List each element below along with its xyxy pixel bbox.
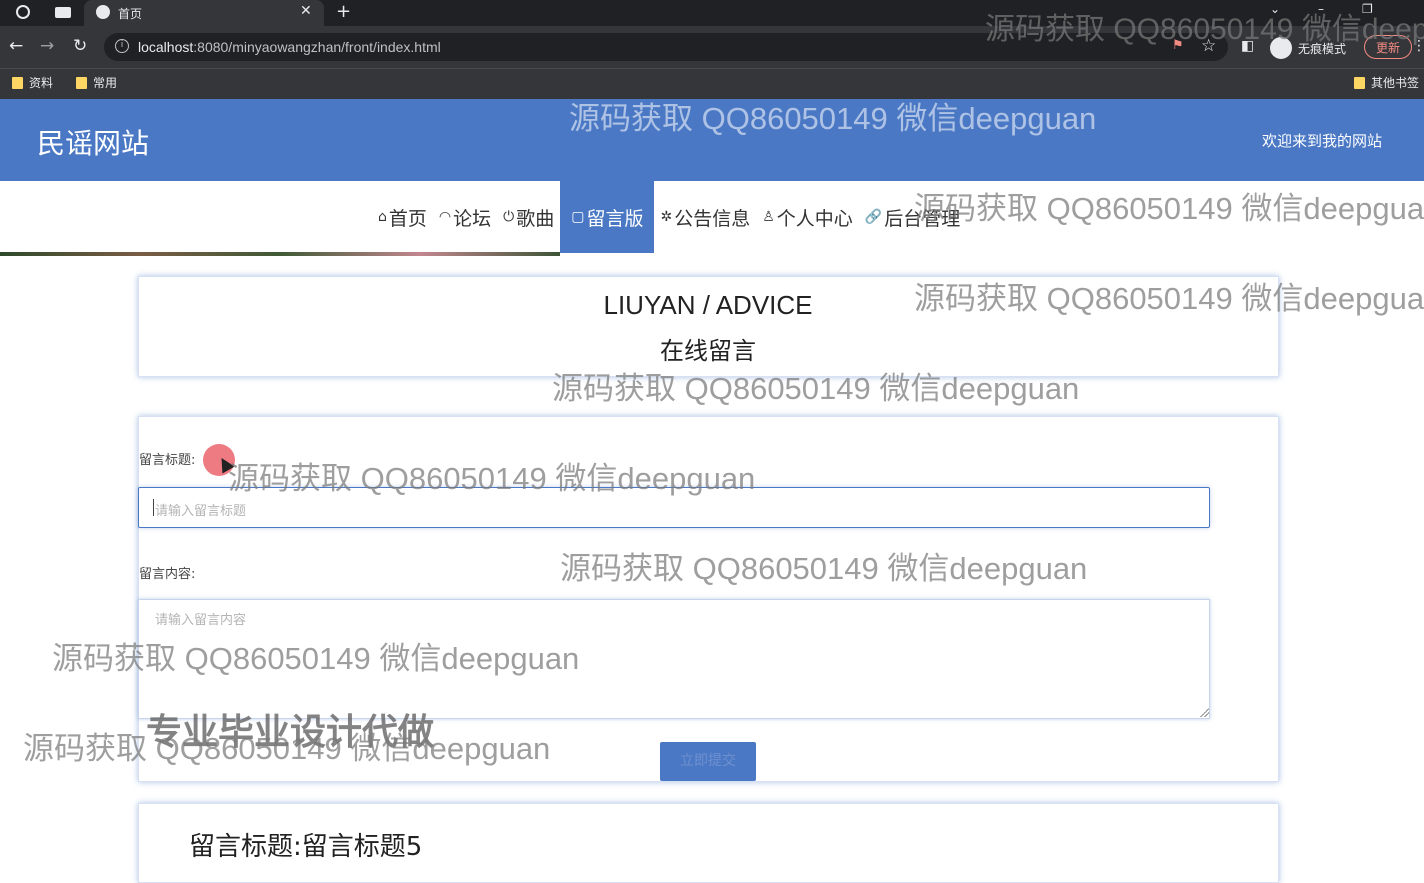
bookmark-folder-1[interactable]: 资料: [12, 74, 53, 91]
browser-profile-icon[interactable]: [16, 5, 30, 19]
folder-icon: [76, 76, 87, 89]
text-caret: [153, 499, 154, 516]
home-icon: ⌂: [378, 209, 387, 225]
site-info-icon[interactable]: i: [115, 39, 129, 53]
watermark: 源码获取 QQ86050149 微信deepguan: [985, 13, 1424, 46]
nav-item-announcements[interactable]: ✲ 公告信息: [654, 181, 756, 253]
url-text[interactable]: localhost:8080/minyaowangzhan/front/inde…: [138, 39, 441, 55]
nav-label: 首页: [388, 207, 427, 230]
bookmark-label: 资料: [29, 76, 54, 90]
nav-menu: ⌂ 首页 ◠ 论坛 ⏻ 歌曲 ▢ 留言版 ✲ 公告信息 ♙ 个人中心 🔗 后台管理: [372, 181, 966, 253]
bookmark-folder-2[interactable]: 常用: [76, 74, 117, 91]
gauge-icon: ◠: [438, 209, 452, 225]
tab-title: 首页: [118, 7, 143, 21]
nav-item-forum[interactable]: ◠ 论坛: [433, 181, 497, 253]
tab-search-icon[interactable]: [55, 7, 71, 18]
title-placeholder: 请输入留言标题: [155, 504, 247, 519]
forward-button[interactable]: →: [40, 36, 54, 56]
site-logo[interactable]: 民谣网站: [37, 122, 149, 162]
watermark: 源码获取 QQ86050149 微信deepguan: [23, 731, 551, 766]
title-label: 留言标题:: [139, 453, 196, 468]
section-title-cn: 在线留言: [660, 337, 756, 365]
watermark: 源码获取 QQ86050149 微信deepguan: [228, 461, 756, 496]
nav-item-home[interactable]: ⌂ 首页: [372, 181, 433, 253]
welcome-text: 欢迎来到我的网站: [1262, 132, 1383, 150]
submit-button[interactable]: 立即提交: [660, 742, 756, 781]
folder-icon: [1354, 76, 1365, 89]
bookmark-label: 其他书签: [1371, 76, 1420, 90]
nav-label: 留言版: [586, 207, 644, 230]
resize-handle-icon[interactable]: [1199, 707, 1209, 717]
nav-label: 公告信息: [674, 207, 751, 230]
message-icon: ▢: [571, 209, 585, 225]
power-icon: ⏻: [503, 209, 515, 225]
link-icon: 🔗: [864, 209, 883, 225]
watermark: 源码获取 QQ86050149 微信deepguan: [560, 551, 1088, 586]
message-title: 留言标题:留言标题5: [189, 832, 423, 862]
bell-icon: ✲: [660, 209, 673, 225]
bookmark-label: 常用: [93, 76, 118, 90]
nav-label: 个人中心: [776, 207, 853, 230]
new-tab-button[interactable]: +: [336, 1, 351, 22]
other-bookmarks[interactable]: 其他书签: [1354, 74, 1419, 91]
nav-label: 歌曲: [516, 207, 555, 230]
user-icon: ♙: [762, 209, 775, 225]
watermark: 源码获取 QQ86050149 微信deepguan: [52, 641, 580, 676]
banner-image: [0, 252, 560, 256]
content-placeholder: 请输入留言内容: [155, 613, 247, 628]
content-label: 留言内容:: [139, 567, 196, 582]
nav-item-profile[interactable]: ♙ 个人中心: [756, 181, 859, 253]
watermark: 源码获取 QQ86050149 微信deepguan: [914, 281, 1424, 316]
back-button[interactable]: ←: [9, 36, 23, 56]
watermark: 源码获取 QQ86050149 微信deepguan: [914, 191, 1424, 226]
nav-label: 论坛: [453, 207, 492, 230]
nav-item-songs[interactable]: ⏻ 歌曲: [497, 181, 560, 253]
globe-icon: [96, 5, 110, 19]
reload-button[interactable]: ↻: [73, 36, 87, 56]
folder-icon: [12, 76, 23, 89]
watermark: 源码获取 QQ86050149 微信deepguan: [552, 371, 1080, 406]
watermark: 源码获取 QQ86050149 微信deepguan: [569, 101, 1097, 136]
nav-item-guestbook[interactable]: ▢ 留言版: [560, 181, 655, 253]
tab-close-icon[interactable]: ✕: [300, 3, 312, 19]
